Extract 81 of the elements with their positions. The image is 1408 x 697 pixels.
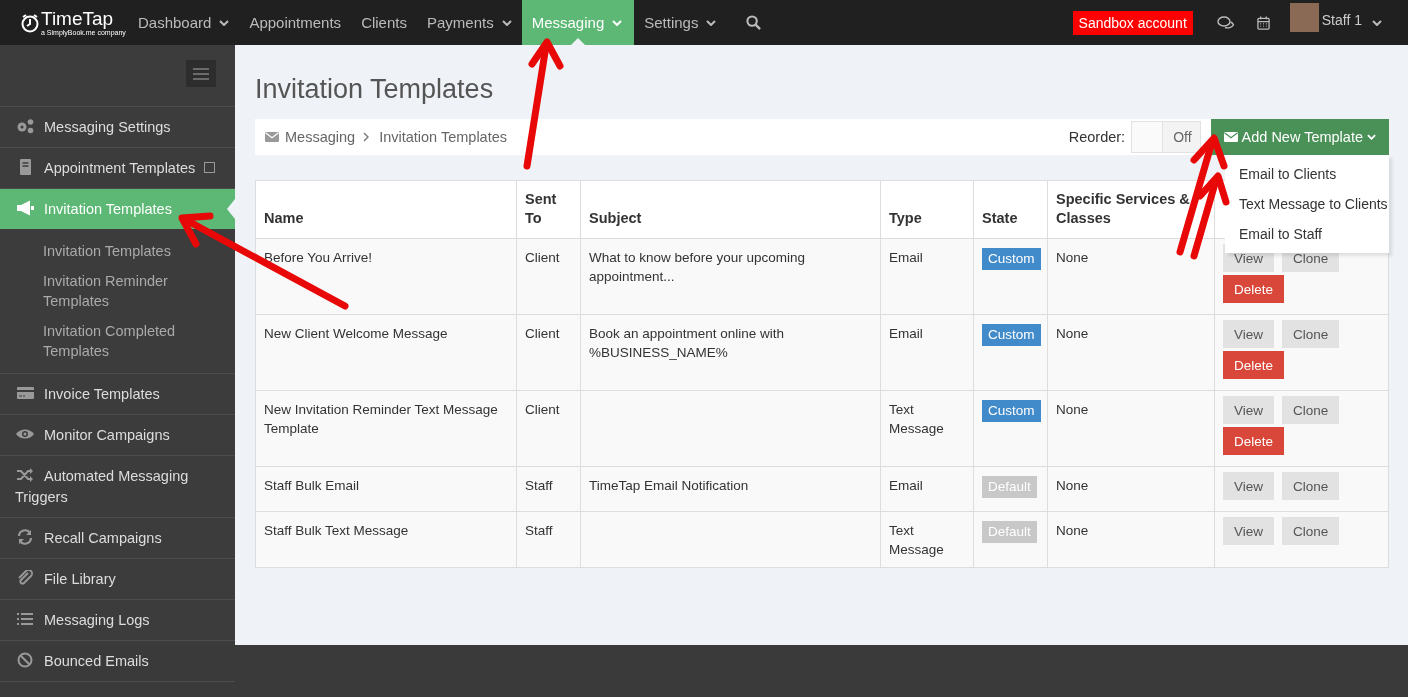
column-header: Subject (580, 180, 881, 239)
avatar-placeholder[interactable] (1289, 3, 1319, 32)
calendar-icon[interactable] (1256, 15, 1270, 30)
table-cell: Email (880, 314, 974, 391)
caret-icon (1367, 134, 1376, 140)
table-cell: None (1047, 238, 1215, 315)
delete-button[interactable]: Delete (1223, 427, 1285, 455)
refresh-icon (15, 529, 35, 545)
table-cell: None (1047, 390, 1215, 467)
table-cell: Book an appointment online with %BUSINESS_NAME% (580, 314, 881, 391)
table-cell: Staff (516, 466, 581, 512)
menu-item[interactable]: Email to Clients (1225, 159, 1389, 189)
state-badge: Custom (982, 324, 1041, 346)
chevron-icon (363, 132, 370, 142)
table-cell: Client (516, 238, 581, 315)
chat-icon[interactable] (1216, 15, 1235, 30)
table-cell: New Client Welcome Message (255, 314, 517, 391)
menu-icon (193, 67, 209, 80)
table-cell: Client (516, 390, 581, 467)
ban-icon (15, 652, 35, 668)
table-cell: Before You Arrive! (255, 238, 517, 315)
table-cell: Email (880, 466, 974, 512)
table-cell: What to know before your upcoming appointment... (580, 238, 881, 315)
table-cell: Staff Bulk Email (255, 466, 517, 512)
column-header: Sent To (516, 180, 581, 239)
table-cell: New Invitation Reminder Text Message Template (255, 390, 517, 467)
menu-button[interactable] (186, 60, 216, 87)
column-header: Type (880, 180, 974, 239)
gears-icon (15, 118, 35, 134)
table-cell: Staff Bulk Text Message (255, 511, 517, 568)
state-badge: Custom (982, 400, 1041, 422)
action-button[interactable]: Clone (1282, 320, 1340, 348)
table-cell: None (1047, 511, 1215, 568)
search-icon[interactable] (746, 15, 762, 30)
sidebar-item[interactable]: Invoice Templates (0, 374, 235, 415)
reorder-label: Reorder: (1068, 129, 1126, 145)
sandbox-badge: Sandbox account (1072, 10, 1193, 35)
nav-tab[interactable]: Settings (634, 0, 727, 45)
nav-tab[interactable]: Payments (417, 0, 522, 45)
action-button[interactable]: Clone (1282, 396, 1340, 424)
action-button[interactable]: Clone (1282, 517, 1340, 545)
table-cell: Staff (516, 511, 581, 568)
alarm-clock-icon (20, 12, 40, 33)
action-button[interactable]: View (1223, 396, 1275, 424)
nav-tab[interactable]: Appointments (239, 0, 352, 45)
menu-item[interactable]: Text Message to Clients (1225, 189, 1389, 219)
action-button[interactable]: Clone (1282, 472, 1340, 500)
delete-button[interactable]: Delete (1223, 351, 1285, 379)
megaphone-icon (15, 200, 35, 216)
column-header: Name (255, 180, 517, 239)
nav-tab[interactable]: Clients (351, 0, 417, 45)
shuffle-icon (15, 467, 35, 483)
envelope-icon (265, 132, 279, 142)
table-cell: None (1047, 466, 1215, 512)
breadcrumb-link[interactable]: Messaging (285, 129, 356, 145)
logo-text: TimeTap (41, 8, 115, 29)
add-template-button[interactable]: Add New Template (1210, 119, 1389, 155)
page-title: Invitation Templates (255, 73, 495, 106)
action-button[interactable]: View (1223, 517, 1275, 545)
user-menu[interactable]: Staff 1 (1321, 11, 1362, 28)
table-cell: Text Message (880, 390, 974, 467)
table-cell: Text Message (880, 511, 974, 568)
breadcrumb-link[interactable]: Invitation Templates (379, 129, 507, 145)
action-button[interactable]: View (1223, 472, 1275, 500)
table-cell: None (1047, 314, 1215, 391)
reorder-toggle[interactable]: Off (1131, 121, 1201, 153)
envelope-icon (1223, 132, 1238, 142)
caret-icon (1372, 19, 1382, 26)
list-icon (15, 611, 35, 627)
nav-tab[interactable]: Dashboard (128, 0, 240, 45)
card-icon (15, 385, 35, 401)
sidebar-subitem[interactable]: Invitation Templates (43, 241, 203, 261)
table-cell: Client (516, 314, 581, 391)
action-button[interactable]: View (1223, 320, 1275, 348)
delete-button[interactable]: Delete (1223, 275, 1285, 303)
table-cell: TimeTap Email Notification (580, 466, 881, 512)
column-header: State (973, 180, 1048, 239)
sidebar-subitem[interactable]: Invitation Reminder Templates (43, 271, 203, 311)
table-cell: Email (880, 238, 974, 315)
sidebar-subitem[interactable]: Invitation Completed Templates (43, 321, 203, 361)
state-badge: Custom (982, 248, 1041, 270)
